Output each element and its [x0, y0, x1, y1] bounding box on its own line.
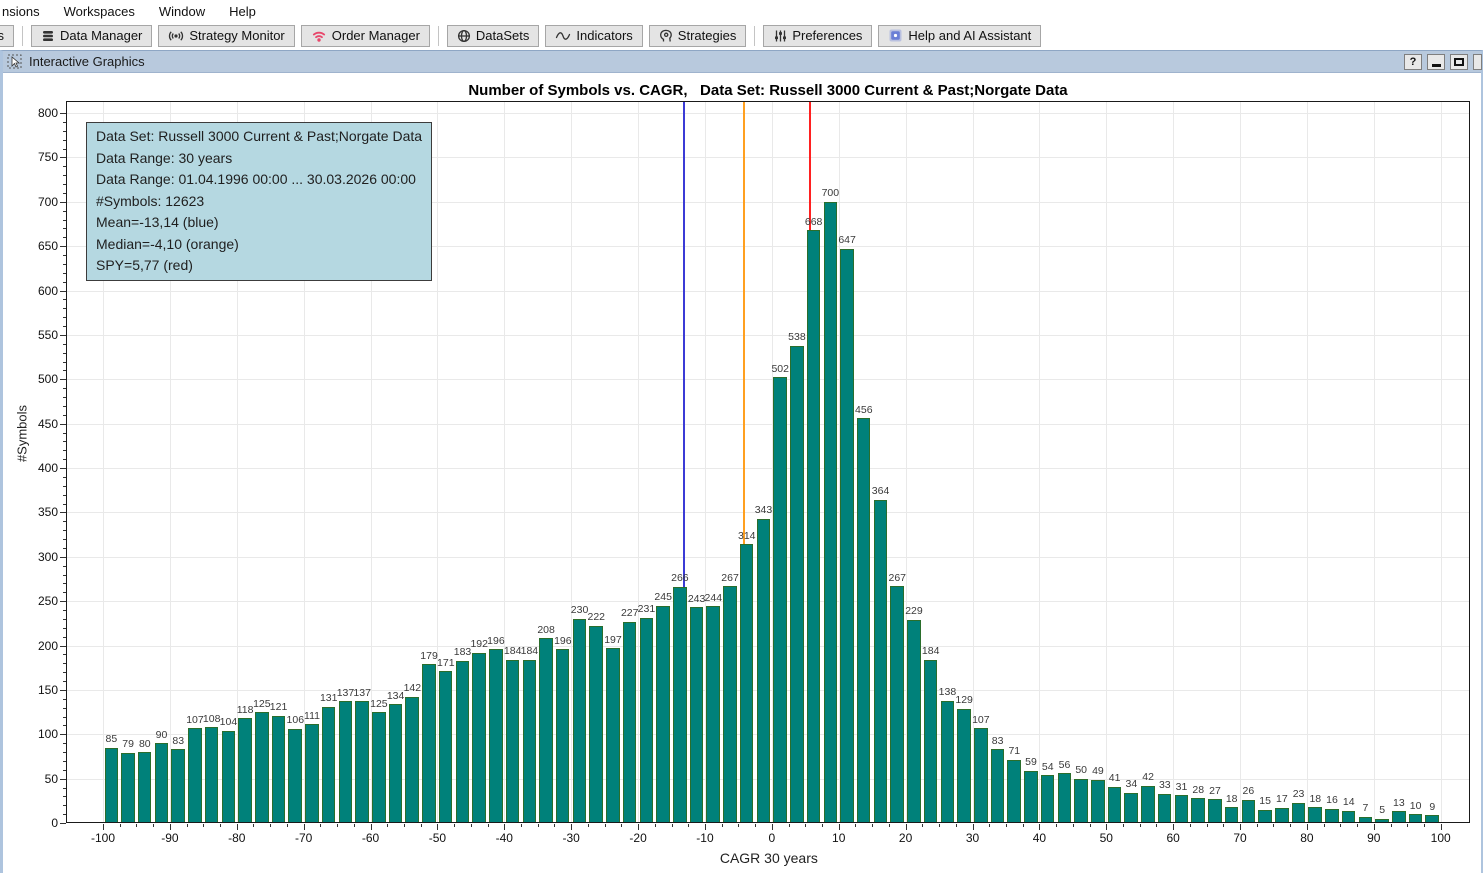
menu-item-window[interactable]: Window	[147, 2, 217, 21]
database-icon	[41, 29, 55, 43]
data-manager-button[interactable]: Data Manager	[31, 25, 152, 47]
minimize-button[interactable]	[1427, 54, 1445, 70]
wifi-icon	[311, 29, 327, 43]
head-icon	[659, 29, 673, 43]
help-and-ai-assistant-button[interactable]: Help and AI Assistant	[878, 25, 1041, 47]
close-button-partial[interactable]	[1473, 54, 1482, 70]
indicators-button[interactable]: Indicators	[545, 25, 642, 47]
strategy-monitor-button[interactable]: Strategy Monitor	[158, 25, 294, 47]
sliders-icon	[773, 29, 787, 43]
preferences-button[interactable]: Preferences	[763, 25, 872, 47]
menu-item-extensions[interactable]: nsions	[0, 2, 52, 21]
application-window: nsions Workspaces Window Help s Data Man…	[0, 0, 1483, 873]
maximize-button[interactable]	[1450, 54, 1468, 70]
interactive-cursor-icon	[7, 54, 23, 70]
window-titlebar[interactable]: Interactive Graphics ?	[3, 51, 1481, 73]
datasets-button[interactable]: DataSets	[447, 25, 539, 47]
interactive-graphics-window: Interactive Graphics ?	[0, 50, 1483, 873]
order-manager-button[interactable]: Order Manager	[301, 25, 430, 47]
menu-item-help[interactable]: Help	[217, 2, 268, 21]
globe-icon	[457, 29, 471, 43]
toolbar-separator	[438, 26, 439, 46]
broadcast-icon	[168, 29, 184, 43]
menu-item-workspaces[interactable]: Workspaces	[52, 2, 147, 21]
toolbar: s Data Manager Strategy Monitor Order Mana…	[0, 22, 1483, 49]
strategies-button[interactable]: Strategies	[649, 25, 747, 47]
toolbar-separator	[754, 26, 755, 46]
toolbar-separator	[22, 26, 23, 46]
help-button[interactable]: ?	[1404, 54, 1422, 70]
window-title: Interactive Graphics	[29, 54, 145, 69]
toolbar-partial-button[interactable]: s	[0, 25, 14, 47]
sine-wave-icon	[555, 29, 571, 43]
menu-bar: nsions Workspaces Window Help	[0, 0, 1483, 22]
assistant-icon	[888, 28, 903, 43]
